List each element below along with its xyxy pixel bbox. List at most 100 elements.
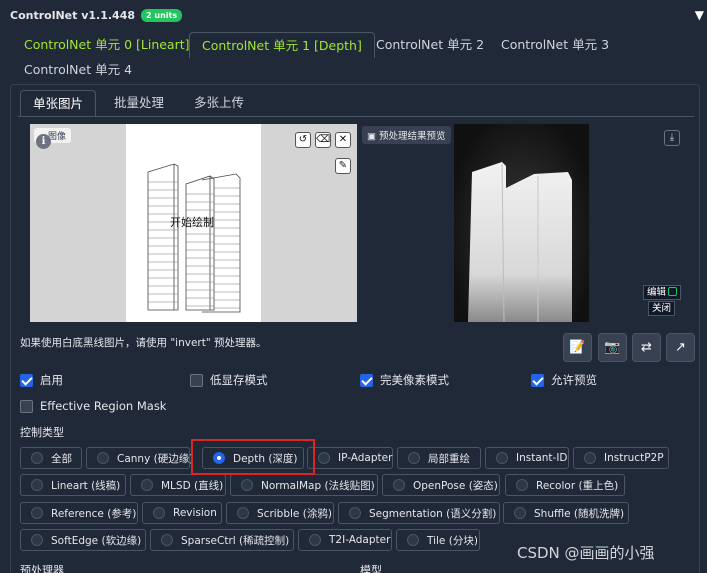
radio-dot [393,479,405,491]
control-type-openpose[interactable]: OpenPose (姿态) [382,474,500,496]
control-type-ip-adapter[interactable]: IP-Adapter [307,447,393,469]
radio-label: Instant-ID [516,452,568,464]
radio-label: SoftEdge (软边缘) [51,534,142,547]
controlnet-panel: ControlNet v1.1.448 2 units ▼ ControlNet… [0,0,707,573]
invert-hint: 如果使用白底黑线图片，请使用 "invert" 预处理器。 [20,337,267,349]
control-type-instructp2p[interactable]: InstructP2P [573,447,669,469]
preprocessor-label: 预处理器 [20,564,64,573]
radio-dot [31,479,43,491]
tab-unit-4[interactable]: ControlNet 单元 4 [12,57,144,83]
control-type-scribble[interactable]: Scribble (涂鸦) [226,502,334,524]
radio-dot [141,479,153,491]
control-type-depth[interactable]: Depth (深度) [202,447,304,469]
radio-dot [161,534,173,546]
radio-dot [349,507,361,519]
control-type-instant-id[interactable]: Instant-ID [485,447,569,469]
control-type-normalmap[interactable]: NormalMap (法线贴图) [230,474,378,496]
control-type-label: 控制类型 [20,426,64,439]
radio-label: Reference (参考) [51,507,137,520]
preprocess-preview: ▣ 预处理结果预览 ⤓ 编辑 关闭 [360,124,690,323]
control-type-inpaint[interactable]: 局部重绘 [397,447,481,469]
radio-label: 局部重绘 [428,452,470,465]
control-type-shuffle[interactable]: Shuffle (随机洗牌) [503,502,629,524]
control-type-recolor[interactable]: Recolor (重上色) [505,474,625,496]
control-type-tile[interactable]: Tile (分块) [396,529,480,551]
enable-checkbox[interactable]: 启用 [20,372,63,388]
canvas-draw-hint: 开始绘制 [170,216,214,229]
radio-dot [153,507,165,519]
undo-icon[interactable]: ↺ [295,132,311,148]
radio-label: Canny (硬边缘) [117,452,194,465]
radio-dot [31,507,43,519]
region-mask-checkbox[interactable]: Effective Region Mask [20,399,166,413]
edit-button[interactable]: 编辑 [643,285,682,300]
preview-label-text: 预处理结果预览 [379,131,446,142]
radio-label: OpenPose (姿态) [413,479,498,492]
control-type-sparsectrl[interactable]: SparseCtrl (稀疏控制) [150,529,294,551]
radio-dot [496,452,508,464]
radio-label: NormalMap (法线贴图) [261,479,375,492]
radio-dot [237,507,249,519]
depth-map-svg [468,162,572,323]
low-vram-checkbox[interactable]: 低显存模式 [190,372,268,388]
region-mask-label: Effective Region Mask [40,399,167,413]
tab-unit-1[interactable]: ControlNet 单元 1 [Depth] [189,32,375,58]
radio-label: Recolor (重上色) [536,479,619,492]
control-type-t2i-adapter[interactable]: T2I-Adapter [298,529,392,551]
control-type-all[interactable]: 全部 [20,447,82,469]
control-type-canny[interactable]: Canny (硬边缘) [86,447,194,469]
control-type-revision[interactable]: Revision [142,502,222,524]
radio-label: Shuffle (随机洗牌) [534,507,625,520]
allow-preview-check-box[interactable] [531,373,544,387]
close-preview-button[interactable]: 关闭 [648,301,676,316]
radio-dot [97,452,109,464]
tab-multi-upload[interactable]: 多张上传 [182,90,256,116]
radio-label: T2I-Adapter [329,534,391,546]
swap-icon[interactable]: ⇄ [632,333,661,362]
radio-label: Depth (深度) [233,452,298,465]
control-type-lineart[interactable]: Lineart (线稿) [20,474,126,496]
enable-check-box[interactable] [20,373,33,387]
region-mask-check-box[interactable] [20,399,33,413]
camera-icon[interactable]: 📷 [598,333,627,362]
panel-title: ControlNet v1.1.448 [10,9,136,22]
radio-dot [31,534,43,546]
close-icon[interactable]: ✕ [335,132,351,148]
radio-dot [514,507,526,519]
tab-single-image[interactable]: 单张图片 [20,90,97,116]
triangle-down-icon[interactable]: ▼ [695,8,704,22]
preview-label: ▣ 预处理结果预览 [362,126,451,144]
radio-dot [408,452,420,464]
low-vram-check-box[interactable] [190,373,203,387]
download-icon[interactable]: ⤓ [664,130,680,146]
pixel-perfect-checkbox[interactable]: 完美像素模式 [360,372,449,388]
depth-map-image [454,124,589,323]
radio-label: 全部 [51,452,72,465]
control-type-reference[interactable]: Reference (参考) [20,502,138,524]
brush-icon[interactable]: ✎ [335,158,351,174]
low-vram-label: 低显存模式 [210,373,268,387]
tab-unit-2[interactable]: ControlNet 单元 2 [364,32,496,58]
control-type-softedge[interactable]: SoftEdge (软边缘) [20,529,146,551]
edit-button-label: 编辑 [647,287,667,298]
control-type-mlsd[interactable]: MLSD (直线) [130,474,226,496]
pixel-perfect-label: 完美像素模式 [380,373,449,387]
radio-label: Lineart (线稿) [51,479,121,492]
eraser-icon[interactable]: ⌫ [315,132,331,148]
model-label: 模型 [360,564,382,573]
tab-unit-0[interactable]: ControlNet 单元 0 [Lineart] [12,32,202,58]
note-icon[interactable]: 📝 [563,333,592,362]
tab-batch[interactable]: 批量处理 [102,90,176,116]
radio-label: Tile (分块) [427,534,478,547]
info-icon[interactable]: i [36,134,51,149]
allow-preview-checkbox[interactable]: 允许预览 [531,372,597,388]
panel-header[interactable]: ControlNet v1.1.448 2 units [10,9,183,22]
watermark: CSDN @画画的小强 [517,544,655,562]
radio-dot [318,452,330,464]
send-icon[interactable]: ↗ [666,333,695,362]
tab-unit-3[interactable]: ControlNet 单元 3 [489,32,621,58]
input-canvas[interactable]: 图像 i 开始绘制 ↺ ⌫ ✕ ✎ [30,124,357,322]
radio-label: Scribble (涂鸦) [257,507,332,520]
pixel-perfect-check-box[interactable] [360,373,373,387]
control-type-segmentation[interactable]: Segmentation (语义分割) [338,502,500,524]
